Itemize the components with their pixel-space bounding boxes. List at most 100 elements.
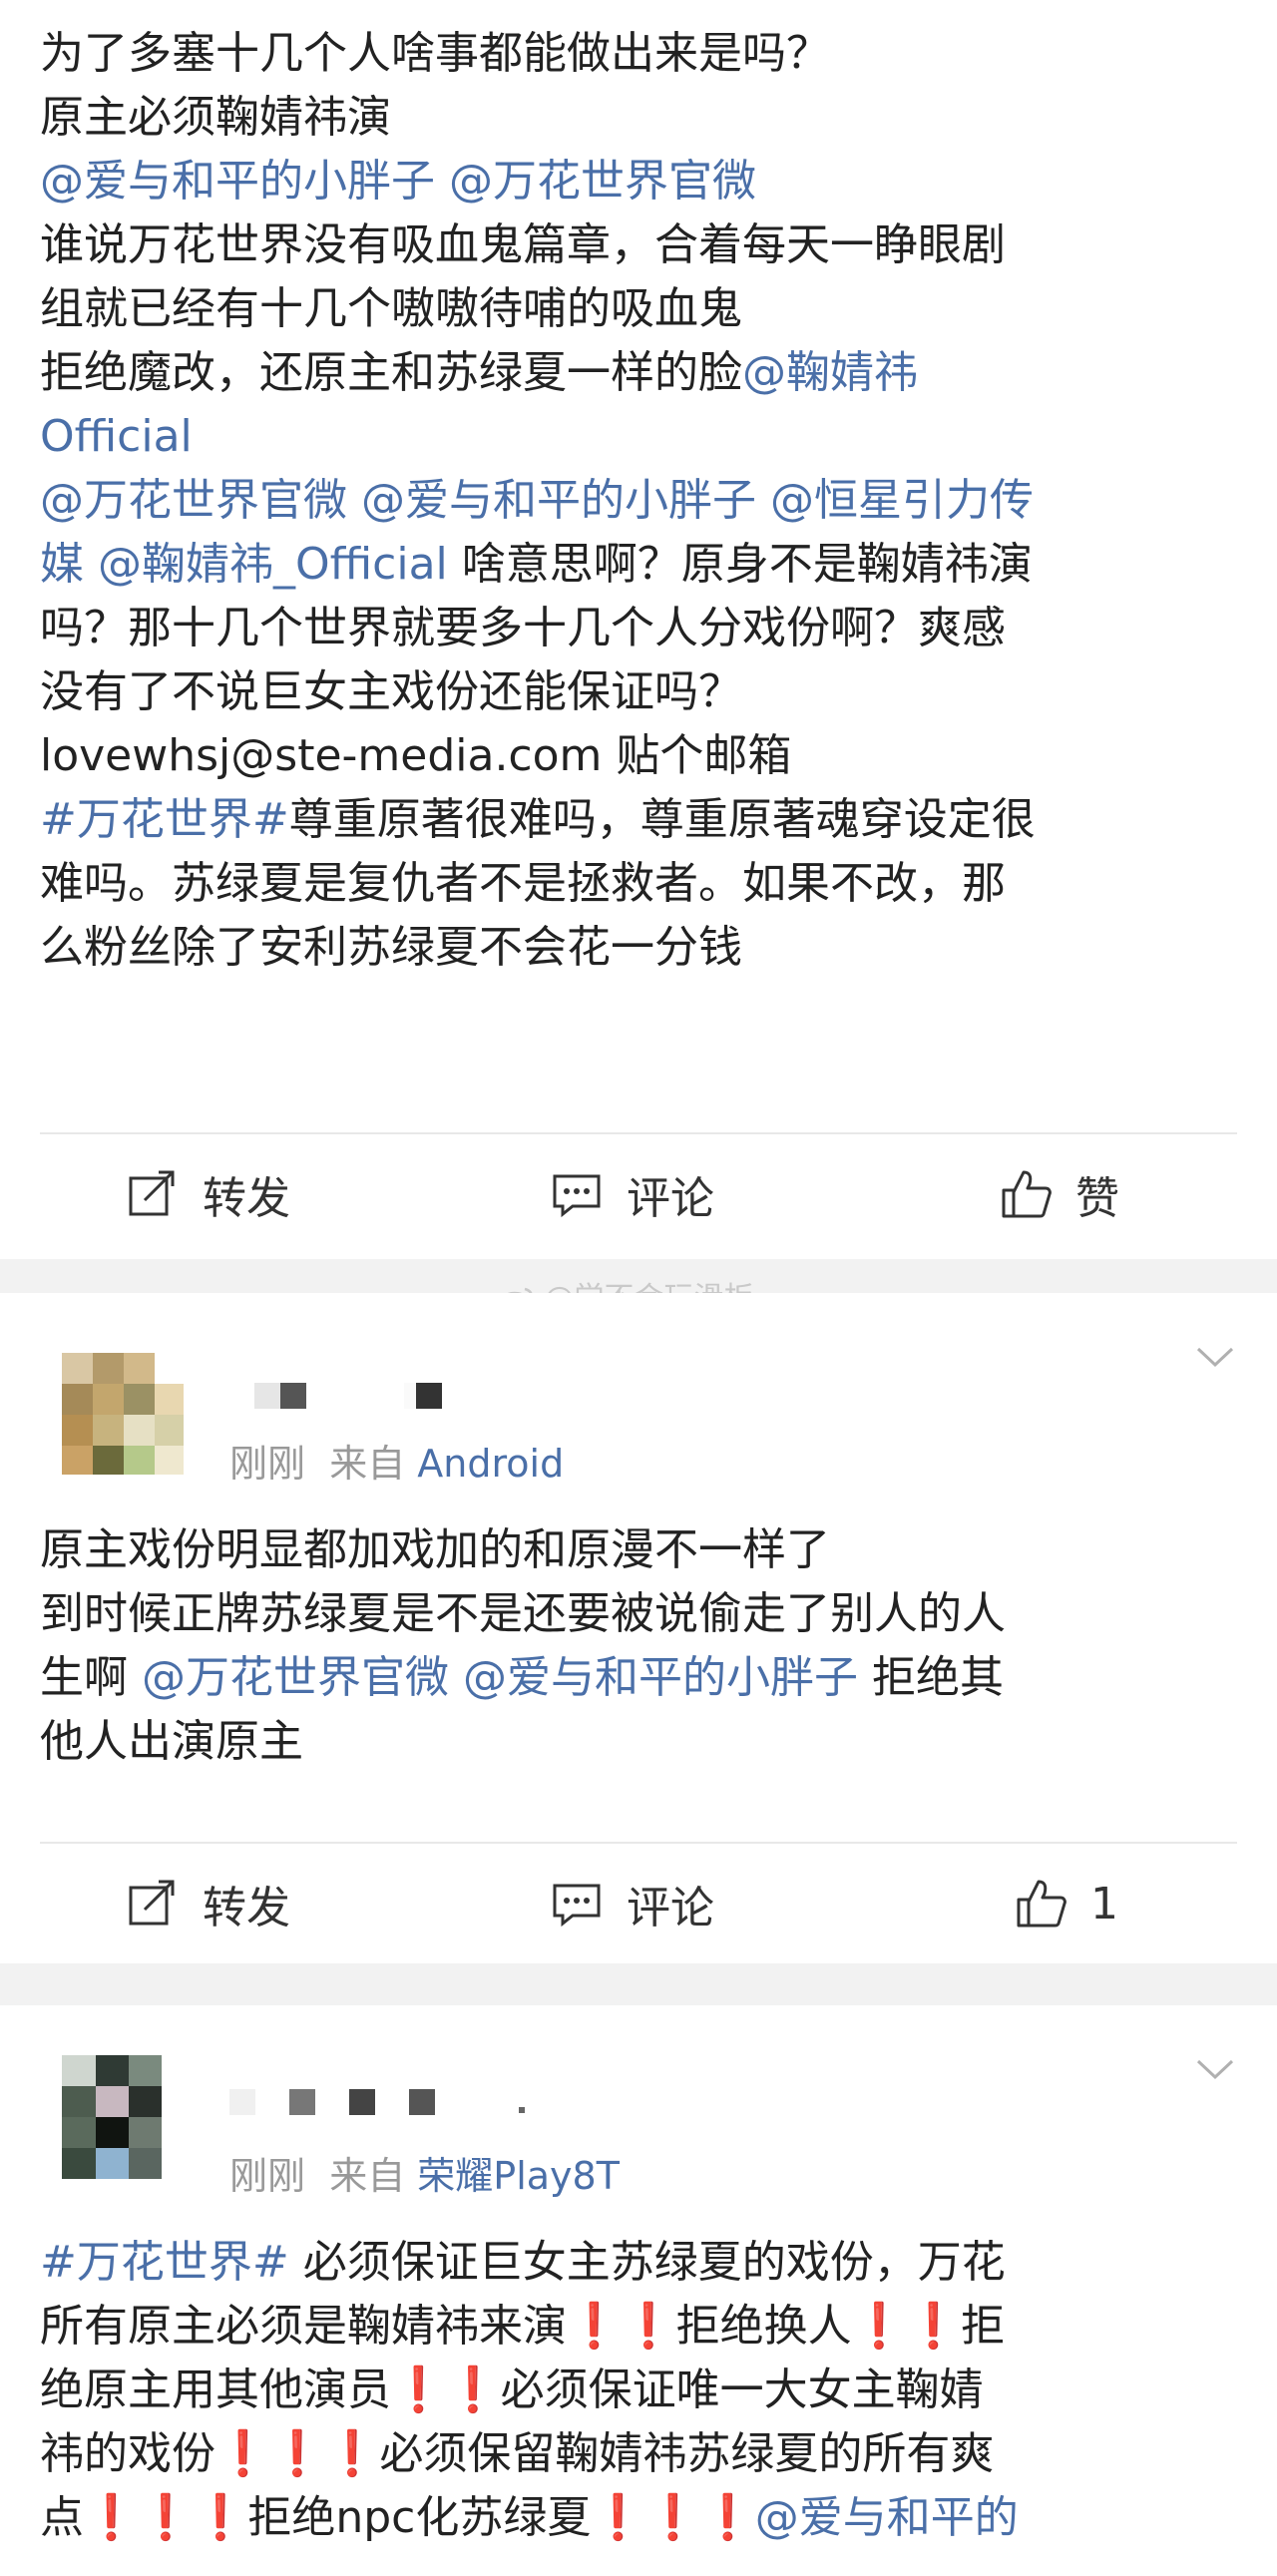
text-segment: 必须保证唯一大女主鞠婧	[500, 2364, 984, 2415]
text-line: Official	[40, 405, 1237, 469]
text-line: 生啊 @万花世界官微 @爱与和平的小胖子 拒绝其	[40, 1646, 1237, 1710]
comment-card: 刚刚 来自 荣耀Play8T #万花世界# 必须保证巨女主苏绿夏的戏份，万花 所有…	[0, 2005, 1277, 2576]
section-divider	[0, 1963, 1277, 2005]
like-button[interactable]: 1	[1013, 1844, 1118, 1963]
text-segment: 拒	[961, 2301, 1006, 2352]
repost-icon	[129, 1170, 175, 1216]
text-line: 没有了不说巨女主戏份还能保证吗？	[40, 660, 1237, 724]
text-segment: 难吗。苏绿夏是复仇者不是拯救者。如果不改，那	[40, 858, 1006, 909]
mention-link[interactable]: 媒 @鞠婧祎_Official	[40, 539, 448, 590]
comment-meta: 刚刚 来自 荣耀Play8T	[229, 2145, 620, 2200]
text-line: lovewhsj@ste-media.com 贴个邮箱	[40, 724, 1237, 788]
mention-link[interactable]: @鞠婧祎	[742, 347, 918, 398]
from-label: 来自	[329, 2154, 406, 2198]
text-segment: 生啊	[40, 1652, 142, 1703]
thumbs-up-icon	[1002, 1170, 1052, 1218]
text-segment: 拒绝其	[858, 1652, 1004, 1703]
exclamation-emoji: ❗❗❗	[591, 2492, 755, 2543]
text-line: @万花世界官微 @爱与和平的小胖子 @恒星引力传	[40, 469, 1237, 533]
repost-button[interactable]: 转发	[125, 1134, 290, 1254]
like-count: 1	[1090, 1878, 1118, 1930]
comment-button[interactable]: 评论	[549, 1134, 714, 1254]
text-segment: 所有原主必须是鞠婧祎来演	[40, 2301, 567, 2352]
avatar[interactable]	[62, 2055, 162, 2179]
repost-icon	[129, 1880, 175, 1926]
text-segment: 绝原主用其他演员	[40, 2364, 391, 2415]
comment-icon	[553, 1884, 601, 1928]
exclamation-emoji: ❗❗❗	[84, 2492, 248, 2543]
comment-meta: 刚刚 来自 Android	[229, 1433, 564, 1488]
like-label: 赞	[1075, 1173, 1119, 1224]
text-line: 么粉丝除了安利苏绿夏不会花一分钱	[40, 916, 1237, 980]
comment-label: 评论	[627, 1173, 714, 1224]
comment-body: 原主戏份明显都加戏加的和原漫不一样了到时候正牌苏绿夏是不是还要被说偷走了别人的人…	[40, 1518, 1237, 1774]
comment-card: 刚刚 来自 Android 原主戏份明显都加戏加的和原漫不一样了到时候正牌苏绿夏…	[0, 1293, 1277, 1963]
text-line: 他人出演原主	[40, 1710, 1237, 1774]
repost-label: 转发	[203, 1883, 290, 1933]
text-line: 祎的戏份❗❗❗必须保留鞠婧祎苏绿夏的所有爽	[40, 2422, 1237, 2486]
post-source[interactable]: 荣耀Play8T	[417, 2154, 620, 2198]
text-line: 到时候正牌苏绿夏是不是还要被说偷走了别人的人	[40, 1582, 1237, 1646]
repost-label: 转发	[203, 1173, 290, 1224]
text-line: 谁说万花世界没有吸血鬼篇章，合着每天一睁眼剧	[40, 214, 1237, 277]
post-time: 刚刚	[229, 1442, 306, 1486]
post-time: 刚刚	[229, 2154, 306, 2198]
comment-body: #万花世界# 必须保证巨女主苏绿夏的戏份，万花 所有原主必须是鞠婧祎来演❗❗拒绝换…	[40, 2231, 1237, 2550]
username-blurred[interactable]	[254, 1381, 454, 1411]
text-segment: 必须保证巨女主苏绿夏的戏份，万花	[288, 2237, 1006, 2288]
post-card: 为了多塞十几个人啥事都能做出来是吗？ 原主必须鞠婧祎演 @爱与和平的小胖子 @万花世…	[0, 0, 1277, 1259]
from-label: 来自	[329, 1442, 406, 1486]
text-segment: 组就已经有十几个嗷嗷待哺的吸血鬼	[40, 283, 742, 334]
exclamation-emoji: ❗❗	[391, 2364, 501, 2415]
username-blurred[interactable]	[229, 2087, 529, 2117]
mention-link[interactable]: #万花世界#	[40, 794, 289, 845]
text-segment: 么粉丝除了安利苏绿夏不会花一分钱	[40, 922, 742, 973]
like-button[interactable]: 赞	[998, 1134, 1119, 1254]
text-line: 原主必须鞠婧祎演	[40, 86, 1237, 150]
text-segment: 点	[40, 2492, 84, 2543]
text-segment: 吗？那十几个世界就要多十几个人分戏份啊？爽感	[40, 603, 1006, 653]
text-segment: 祎的戏份	[40, 2428, 215, 2479]
text-segment: 为了多塞十几个人啥事都能做出来是吗？	[40, 28, 830, 79]
text-line: 为了多塞十几个人啥事都能做出来是吗？	[40, 22, 1237, 86]
post-source[interactable]: Android	[417, 1442, 564, 1486]
chevron-down-icon[interactable]	[1192, 2045, 1238, 2091]
comment-label: 评论	[627, 1883, 714, 1933]
mention-link[interactable]: Official	[40, 411, 193, 462]
text-line: #万花世界# 必须保证巨女主苏绿夏的戏份，万花	[40, 2231, 1237, 2295]
mention-link[interactable]: @爱与和平的	[755, 2492, 1019, 2543]
comment-action-bar: 转发 评论 1	[40, 1842, 1237, 1963]
comment-icon	[553, 1174, 601, 1218]
chevron-down-icon[interactable]	[1192, 1333, 1238, 1379]
post-body: 为了多塞十几个人啥事都能做出来是吗？ 原主必须鞠婧祎演 @爱与和平的小胖子 @万花世…	[40, 22, 1237, 980]
text-line: 拒绝魔改，还原主和苏绿夏一样的脸@鞠婧祎	[40, 341, 1237, 405]
mention-link[interactable]: #万花世界#	[40, 2237, 289, 2288]
exclamation-emoji: ❗❗	[567, 2301, 676, 2352]
text-segment: 拒绝换人	[675, 2301, 852, 2352]
text-segment: 拒绝魔改，还原主和苏绿夏一样的脸	[40, 347, 742, 398]
text-line: 媒 @鞠婧祎_Official 啥意思啊？原身不是鞠婧祎演	[40, 533, 1237, 597]
text-line: 难吗。苏绿夏是复仇者不是拯救者。如果不改，那	[40, 852, 1237, 916]
text-segment: 他人出演原主	[40, 1716, 303, 1767]
text-line: #万花世界#尊重原著很难吗，尊重原著魂穿设定很	[40, 788, 1237, 852]
exclamation-emoji: ❗❗	[851, 2301, 962, 2352]
avatar[interactable]	[62, 1353, 184, 1475]
text-segment: lovewhsj@ste-media.com	[40, 730, 603, 781]
text-segment: 拒绝npc化苏绿夏	[247, 2492, 592, 2543]
text-line: 点❗❗❗拒绝npc化苏绿夏❗❗❗@爱与和平的	[40, 2486, 1237, 2550]
text-line: 所有原主必须是鞠婧祎来演❗❗拒绝换人❗❗拒	[40, 2295, 1237, 2359]
comment-button[interactable]: 评论	[549, 1844, 714, 1963]
exclamation-emoji: ❗❗❗	[215, 2428, 380, 2479]
text-segment: 原主戏份明显都加戏加的和原漫不一样了	[40, 1524, 830, 1575]
text-line: 组就已经有十几个嗷嗷待哺的吸血鬼	[40, 277, 1237, 341]
text-line: @爱与和平的小胖子 @万花世界官微	[40, 150, 1237, 214]
mention-link[interactable]: @万花世界官微 @爱与和平的小胖子	[142, 1652, 858, 1703]
thumbs-up-icon	[1017, 1880, 1066, 1928]
text-segment: 必须保留鞠婧祎苏绿夏的所有爽	[379, 2428, 995, 2479]
mention-link[interactable]: @万花世界官微 @爱与和平的小胖子 @恒星引力传	[40, 475, 1034, 526]
text-line: 绝原主用其他演员❗❗必须保证唯一大女主鞠婧	[40, 2359, 1237, 2422]
repost-button[interactable]: 转发	[125, 1844, 290, 1963]
text-segment: 谁说万花世界没有吸血鬼篇章，合着每天一睁眼剧	[40, 219, 1006, 270]
text-segment: 到时候正牌苏绿夏是不是还要被说偷走了别人的人	[40, 1588, 1006, 1639]
mention-link[interactable]: @爱与和平的小胖子 @万花世界官微	[40, 156, 756, 207]
